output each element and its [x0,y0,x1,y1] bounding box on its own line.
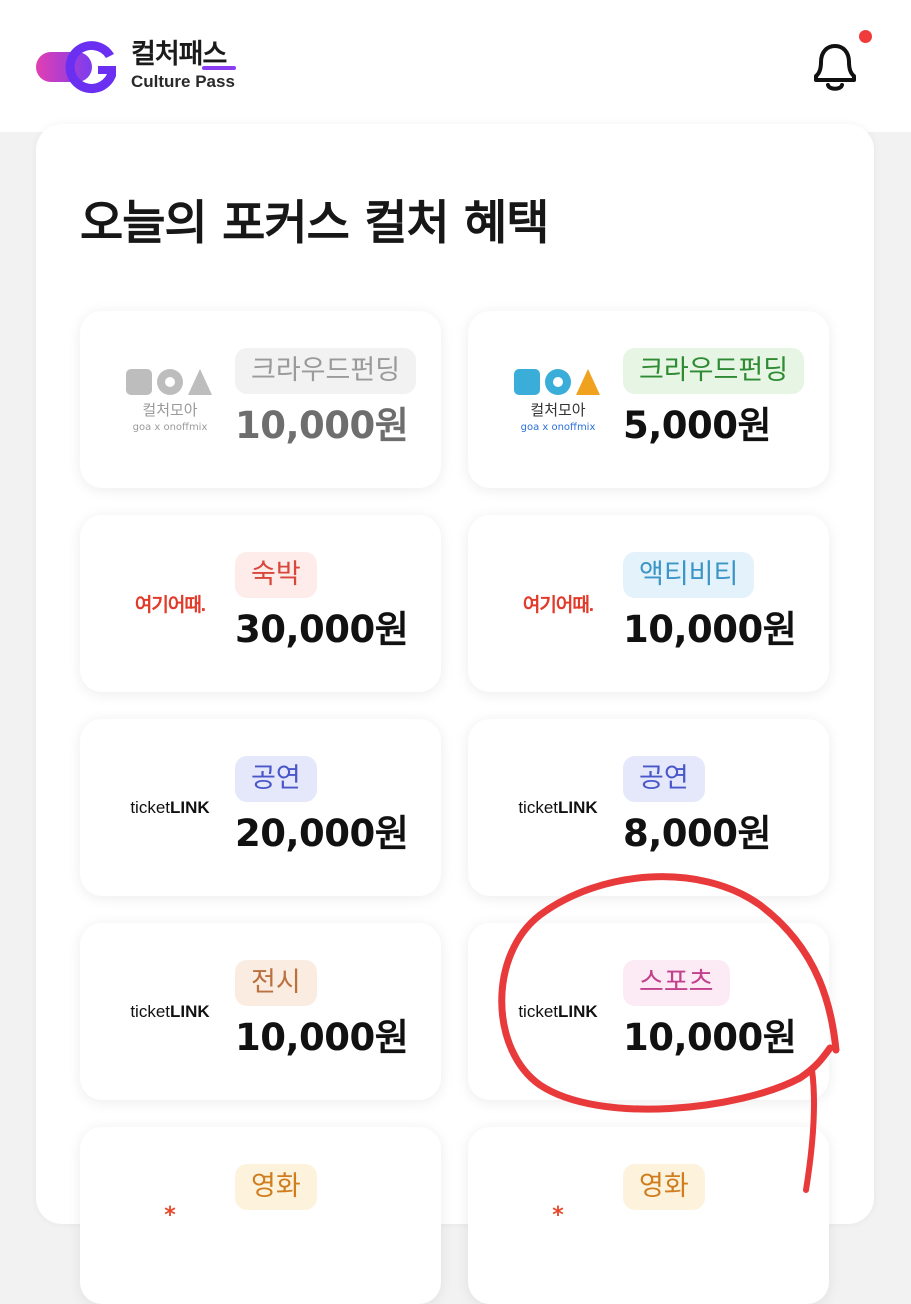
moa-logo: 컬처모아 goa x onoffmix [122,365,218,434]
benefit-card[interactable]: * 영화 [468,1127,829,1304]
brand-logo-area: 컬처모아 goa x onoffmix [488,311,628,488]
culture-pass-logo-icon [36,41,116,94]
bell-icon[interactable] [806,40,864,94]
brand-logo-area: ticketLINK [100,923,240,1100]
culture-pass-logo[interactable]: 컬처패스 Culture Pass [34,36,244,98]
benefit-amount: 10,000원 [235,1016,409,1059]
moa-sub-text: goa x onoffmix [132,422,208,433]
brand-logo-area: 여기어때. [100,515,240,692]
top-header: 컬처패스 Culture Pass [0,0,911,132]
moa-logo-icon [126,369,212,395]
moa-logo-icon [514,369,600,395]
brand-logo-area: ticketLINK [488,719,628,896]
benefit-amount: 8,000원 [623,812,772,855]
category-tag: 크라우드펀딩 [235,348,417,394]
benefit-card[interactable]: 여기어때. 액티비티 10,000원 [468,515,829,692]
ticketlink-suffix: LINK [558,797,598,817]
brand-logo-area: 여기어때. [488,515,628,692]
category-tag: 숙박 [235,552,317,598]
logo-english-text: Culture Pass [131,72,235,91]
category-tag: 영화 [623,1164,705,1210]
asterisk-icon: * [164,1203,176,1228]
moa-logo: 컬처모아 goa x onoffmix [510,365,606,434]
ticketlink-prefix: ticket [518,1001,558,1021]
ticketlink-logo: ticketLINK [518,798,597,818]
benefit-card[interactable]: 컬처모아 goa x onoffmix 크라우드펀딩 5,000원 [468,311,829,488]
benefit-amount: 10,000원 [235,404,409,447]
category-tag: 스포츠 [623,960,730,1006]
benefit-amount: 20,000원 [235,812,409,855]
ticketlink-suffix: LINK [170,1001,210,1021]
benefit-card[interactable]: ticketLINK 전시 10,000원 [80,923,441,1100]
yeogi-logo: 여기어때. [522,595,594,616]
benefit-amount: 10,000원 [623,1016,797,1059]
category-tag: 공연 [235,756,317,802]
asterisk-icon: * [552,1203,564,1228]
brand-logo-area: * [488,1127,628,1304]
category-tag: 영화 [235,1164,317,1210]
ticketlink-logo: ticketLINK [518,1002,597,1022]
category-tag: 크라우드펀딩 [623,348,805,394]
ticketlink-logo: ticketLINK [130,798,209,818]
section-title: 오늘의 포커스 컬처 혜택 [80,196,549,251]
benefit-card[interactable]: ticketLINK 공연 8,000원 [468,719,829,896]
moa-brand-text: 컬처모아 [142,401,198,419]
category-tag: 전시 [235,960,317,1006]
ticketlink-logo: ticketLINK [130,1002,209,1022]
benefit-amount: 30,000원 [235,608,409,651]
ticketlink-suffix: LINK [170,797,210,817]
brand-logo-area: ticketLINK [100,719,240,896]
ticketlink-prefix: ticket [130,797,170,817]
benefit-card[interactable]: 컬처모아 goa x onoffmix 크라우드펀딩 10,000원 [80,311,441,488]
benefit-card[interactable]: ticketLINK 공연 20,000원 [80,719,441,896]
benefit-amount: 10,000원 [623,608,797,651]
notification-dot [859,30,872,43]
benefit-card[interactable]: 여기어때. 숙박 30,000원 [80,515,441,692]
ticketlink-suffix: LINK [558,1001,598,1021]
moa-sub-text: goa x onoffmix [520,422,596,433]
brand-logo-area: 컬처모아 goa x onoffmix [100,311,240,488]
benefit-card[interactable]: ticketLINK 스포츠 10,000원 [468,923,829,1100]
category-tag: 액티비티 [623,552,755,598]
ticketlink-prefix: ticket [518,797,558,817]
ticketlink-prefix: ticket [130,1001,170,1021]
benefit-card[interactable]: * 영화 [80,1127,441,1304]
brand-logo-area: ticketLINK [488,923,628,1100]
yeogi-logo: 여기어때. [134,595,206,616]
logo-accent-bar [202,66,236,70]
category-tag: 공연 [623,756,705,802]
benefit-amount: 5,000원 [623,404,772,447]
moa-brand-text: 컬처모아 [530,401,586,419]
brand-logo-area: * [100,1127,240,1304]
